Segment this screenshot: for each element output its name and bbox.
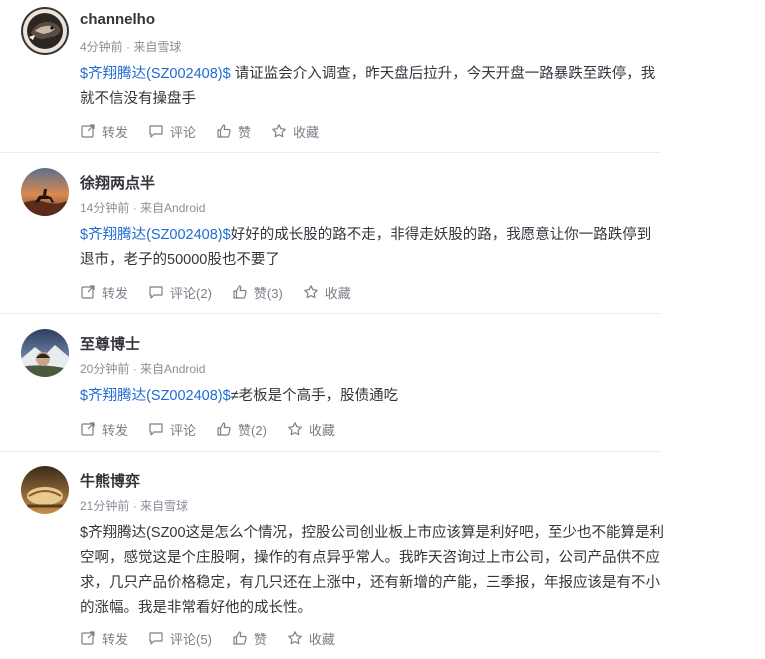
favorite-button[interactable]: 收藏 bbox=[287, 629, 335, 648]
forward-button[interactable]: 转发 bbox=[80, 420, 128, 439]
post-item: 至尊博士 20分钟前 · 来自Android $齐翔腾达(SZ002408)$≠… bbox=[0, 322, 660, 452]
post-content: $齐翔腾达(SZ00这是怎么个情况，控股公司创业板上市应该算是利好吧，至少也不能… bbox=[80, 521, 665, 621]
favorite-label: 收藏 bbox=[308, 631, 335, 647]
favorite-label: 收藏 bbox=[324, 285, 351, 301]
comment-button[interactable]: 评论 bbox=[148, 420, 196, 439]
stock-link[interactable]: $齐翔腾达(SZ002408)$ bbox=[80, 227, 231, 243]
like-icon bbox=[216, 123, 232, 139]
forward-label: 转发 bbox=[102, 285, 129, 301]
stock-link[interactable]: $齐翔腾达(SZ002408)$ bbox=[80, 66, 231, 82]
favorite-icon bbox=[287, 421, 303, 437]
meta-separator: · bbox=[129, 499, 141, 513]
comment-icon bbox=[148, 284, 164, 300]
forward-icon bbox=[80, 123, 96, 139]
favorite-icon bbox=[303, 284, 319, 300]
post-time: 14分钟前 bbox=[80, 201, 130, 215]
post-item: channelho 4分钟前 · 来自雪球 $齐翔腾达(SZ002408)$ 请… bbox=[0, 0, 660, 153]
post-source: 来自雪球 bbox=[133, 40, 182, 54]
post-meta: 21分钟前 · 来自雪球 bbox=[80, 497, 188, 514]
favorite-label: 收藏 bbox=[293, 124, 320, 140]
favorite-button[interactable]: 收藏 bbox=[287, 420, 335, 439]
forward-button[interactable]: 转发 bbox=[80, 629, 128, 648]
post-meta: 20分钟前 · 来自Android bbox=[80, 360, 205, 377]
avatar[interactable] bbox=[21, 7, 69, 55]
like-label: 赞(3) bbox=[253, 285, 283, 301]
like-icon bbox=[232, 284, 248, 300]
post-source: 来自雪球 bbox=[140, 499, 189, 513]
comment-label: 评论 bbox=[170, 124, 197, 140]
post-item: 徐翔两点半 14分钟前 · 来自Android $齐翔腾达(SZ002408)$… bbox=[0, 161, 660, 314]
post-source: 来自Android bbox=[140, 201, 206, 215]
forward-label: 转发 bbox=[102, 124, 129, 140]
username[interactable]: 至尊博士 bbox=[80, 333, 140, 354]
post-actions: 转发 评论(2) 赞(3) 收藏 bbox=[80, 282, 351, 302]
post-text: $齐翔腾达(SZ00这是怎么个情况，控股公司创业板上市应该算是利好吧，至少也不能… bbox=[80, 525, 665, 616]
comment-button[interactable]: 评论(5) bbox=[148, 629, 212, 648]
post-actions: 转发 评论 赞 收藏 bbox=[80, 121, 319, 141]
post-content: $齐翔腾达(SZ002408)$好好的成长股的路不走，非得走妖股的路，我愿意让你… bbox=[80, 223, 665, 273]
avatar[interactable] bbox=[21, 466, 69, 514]
like-icon bbox=[232, 630, 248, 646]
like-button[interactable]: 赞 bbox=[216, 122, 251, 141]
forward-label: 转发 bbox=[102, 422, 129, 438]
forward-button[interactable]: 转发 bbox=[80, 122, 128, 141]
like-button[interactable]: 赞 bbox=[232, 629, 267, 648]
meta-separator: · bbox=[129, 201, 141, 215]
like-label: 赞 bbox=[238, 124, 252, 140]
avatar[interactable] bbox=[21, 168, 69, 216]
post-content: $齐翔腾达(SZ002408)$≠老板是个高手，股债通吃 bbox=[80, 384, 665, 409]
comment-icon bbox=[148, 630, 164, 646]
meta-separator: · bbox=[122, 40, 134, 54]
username[interactable]: 徐翔两点半 bbox=[80, 172, 155, 193]
comment-icon bbox=[148, 123, 164, 139]
like-button[interactable]: 赞(2) bbox=[216, 420, 267, 439]
post-meta: 14分钟前 · 来自Android bbox=[80, 199, 205, 216]
username[interactable]: channelho bbox=[80, 11, 155, 28]
post-source: 来自Android bbox=[140, 362, 206, 376]
post-time: 4分钟前 bbox=[80, 40, 123, 54]
comment-label: 评论(2) bbox=[170, 285, 212, 301]
favorite-button[interactable]: 收藏 bbox=[303, 283, 351, 302]
favorite-icon bbox=[271, 123, 287, 139]
forward-icon bbox=[80, 630, 96, 646]
post-actions: 转发 评论 赞(2) 收藏 bbox=[80, 419, 335, 439]
favorite-button[interactable]: 收藏 bbox=[271, 122, 319, 141]
post-text: ≠老板是个高手，股债通吃 bbox=[230, 388, 399, 404]
comment-button[interactable]: 评论(2) bbox=[148, 283, 212, 302]
comment-button[interactable]: 评论 bbox=[148, 122, 196, 141]
post-content: $齐翔腾达(SZ002408)$ 请证监会介入调查，昨天盘后拉升，今天开盘一路暴… bbox=[80, 62, 665, 112]
meta-separator: · bbox=[129, 362, 141, 376]
like-label: 赞(2) bbox=[238, 422, 267, 438]
like-label: 赞 bbox=[253, 631, 267, 647]
like-button[interactable]: 赞(3) bbox=[232, 283, 283, 302]
post-time: 21分钟前 bbox=[80, 499, 130, 513]
post-actions: 转发 评论(5) 赞 收藏 bbox=[80, 628, 335, 648]
forward-icon bbox=[80, 284, 96, 300]
stock-link[interactable]: $齐翔腾达(SZ002408)$ bbox=[80, 388, 231, 404]
post-time: 20分钟前 bbox=[80, 362, 130, 376]
post-meta: 4分钟前 · 来自雪球 bbox=[80, 38, 181, 55]
forward-label: 转发 bbox=[102, 631, 129, 647]
favorite-icon bbox=[287, 630, 303, 646]
post-item: 牛熊博弈 21分钟前 · 来自雪球 $齐翔腾达(SZ00这是怎么个情况，控股公司… bbox=[0, 459, 664, 659]
forward-icon bbox=[80, 421, 96, 437]
forward-button[interactable]: 转发 bbox=[80, 283, 128, 302]
comment-label: 评论 bbox=[170, 422, 197, 438]
comment-icon bbox=[148, 421, 164, 437]
favorite-label: 收藏 bbox=[308, 422, 335, 438]
comment-label: 评论(5) bbox=[170, 631, 212, 647]
like-icon bbox=[216, 421, 232, 437]
username[interactable]: 牛熊博弈 bbox=[80, 470, 140, 491]
avatar[interactable] bbox=[21, 329, 69, 377]
